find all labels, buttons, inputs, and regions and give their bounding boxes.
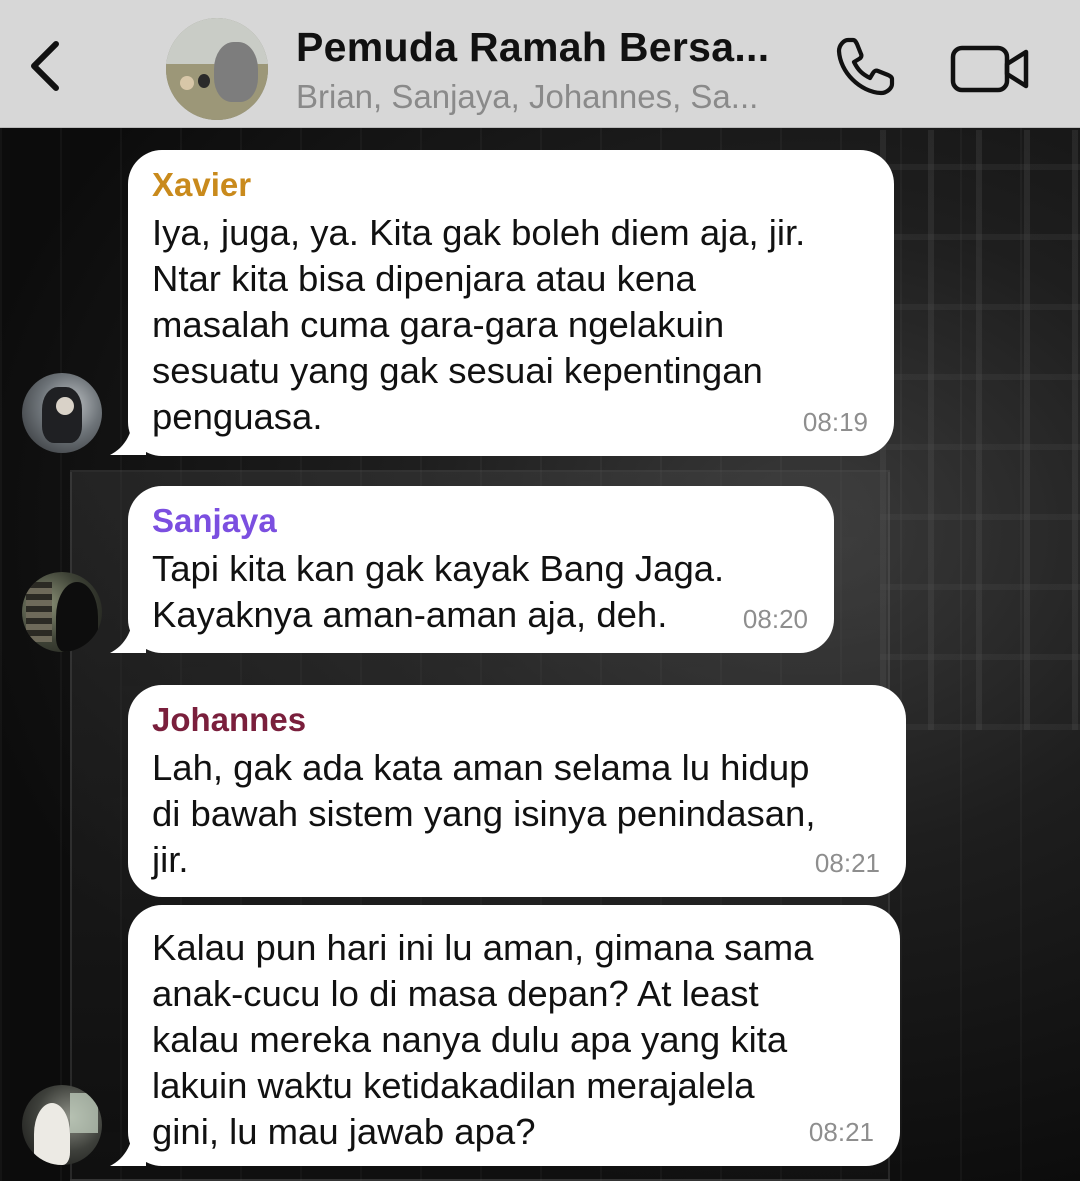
message-text: Kalau pun hari ini lu aman, gimana sama … (152, 927, 814, 1152)
message-text: Tapi kita kan gak kayak Bang Jaga. Kayak… (152, 548, 725, 635)
avatar-sanjaya[interactable] (22, 572, 102, 652)
message-time: 08:19 (802, 407, 868, 437)
video-call-button[interactable] (948, 38, 1032, 98)
message-time: 08:20 (742, 604, 808, 634)
wallpaper-grid (880, 130, 1080, 730)
chat-header: Pemuda Ramah Bersa... Brian, Sanjaya, Jo… (0, 0, 1080, 128)
chevron-left-icon (31, 41, 59, 91)
group-avatar[interactable] (166, 18, 268, 120)
message-bubble[interactable]: Kalau pun hari ini lu aman, gimana sama … (128, 905, 900, 1166)
cat-image (214, 42, 258, 102)
message-time: 08:21 (814, 848, 880, 878)
message-bubble[interactable]: Xavier Iya, juga, ya. Kita gak boleh die… (128, 150, 894, 456)
sender-name: Xavier (152, 166, 252, 203)
avatar-johannes[interactable] (22, 1085, 102, 1165)
chat-title[interactable]: Pemuda Ramah Bersa... (296, 24, 816, 71)
back-button[interactable] (18, 30, 78, 100)
message-time: 08:21 (808, 1117, 874, 1147)
video-camera-icon (950, 45, 1029, 93)
avatar-xavier[interactable] (22, 373, 102, 453)
phone-icon (836, 37, 895, 96)
sender-name: Sanjaya (152, 502, 277, 539)
message-bubble[interactable]: Johannes Lah, gak ada kata aman selama l… (128, 685, 906, 897)
voice-call-button[interactable] (830, 32, 900, 102)
message-bubble[interactable]: Sanjaya Tapi kita kan gak kayak Bang Jag… (128, 486, 834, 653)
chat-members[interactable]: Brian, Sanjaya, Johannes, Sa... (296, 78, 806, 116)
message-text: Iya, juga, ya. Kita gak boleh diem aja, … (152, 212, 806, 437)
message-text: Lah, gak ada kata aman selama lu hidup d… (152, 747, 816, 880)
sender-name: Johannes (152, 701, 307, 738)
